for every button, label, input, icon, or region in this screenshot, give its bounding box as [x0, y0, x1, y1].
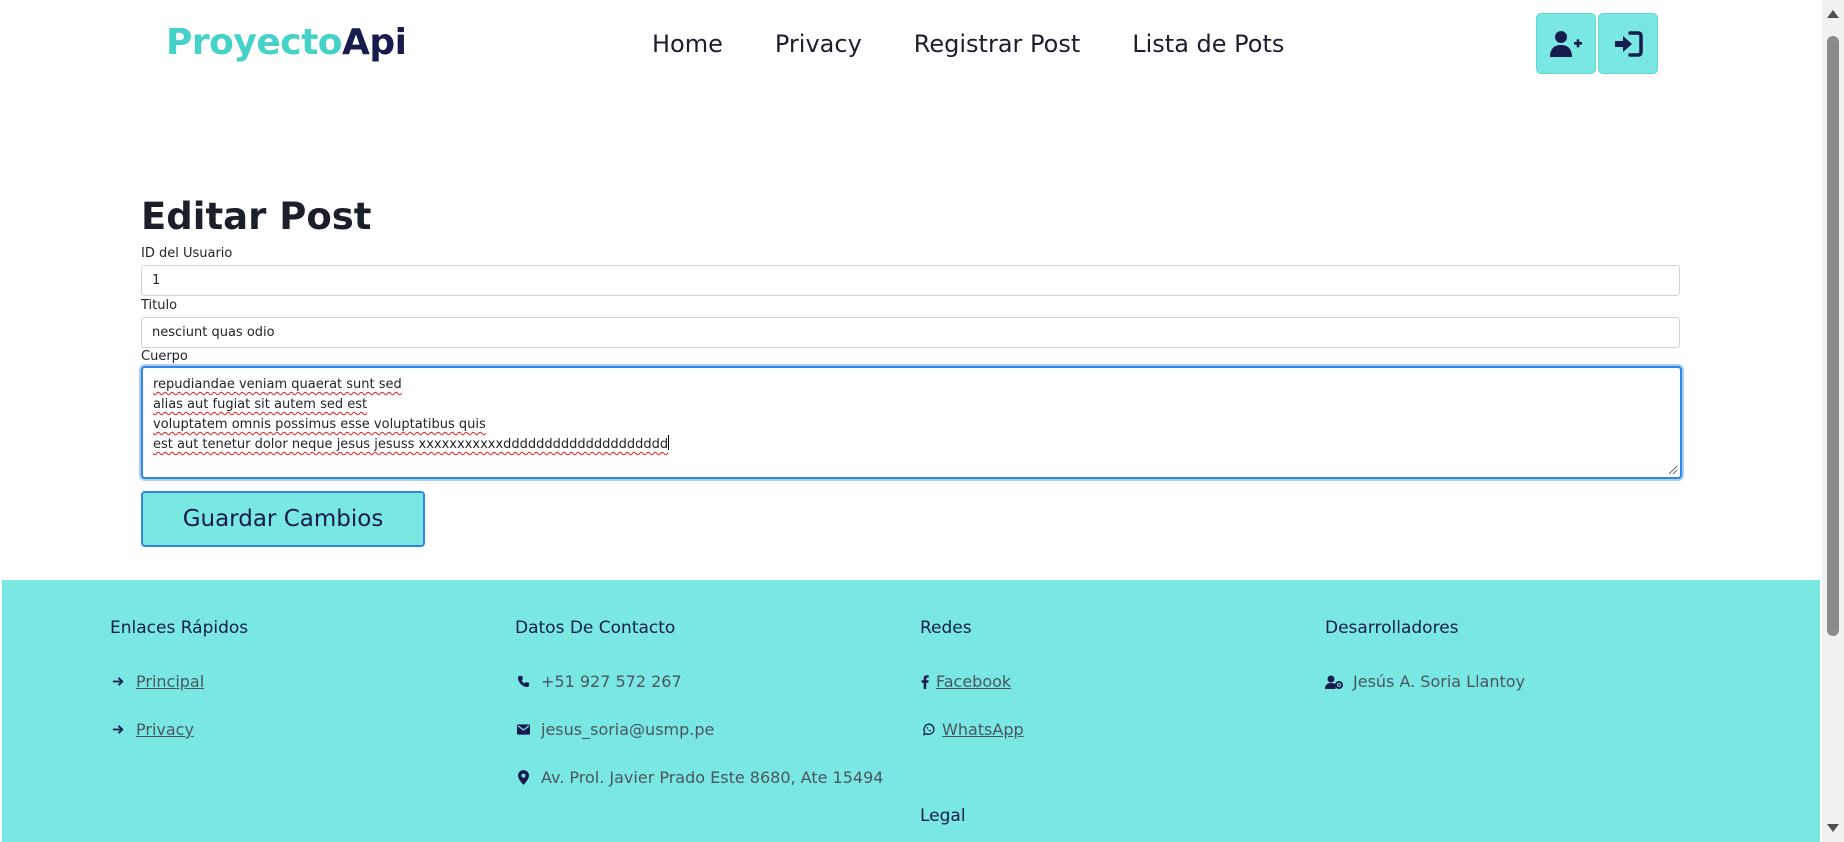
- login-button[interactable]: [1598, 13, 1658, 74]
- user-id-label: ID del Usuario: [141, 246, 233, 261]
- body-line-2: alias aut fugiat sit autem sed est: [153, 397, 368, 412]
- arrow-right-icon: [110, 674, 126, 690]
- facebook-icon: [920, 674, 930, 690]
- contact-phone: +51 927 572 267: [515, 672, 682, 691]
- user-cog-icon: [1325, 674, 1343, 690]
- user-id-value: 1: [152, 273, 161, 288]
- title-label: Titulo: [141, 298, 178, 313]
- nav-privacy[interactable]: Privacy: [775, 30, 862, 58]
- nav-registrar-post[interactable]: Registrar Post: [914, 30, 1080, 58]
- contact-address-text: Av. Prol. Javier Prado Este 8680, Ate 15…: [541, 768, 884, 787]
- legal-heading: Legal: [920, 806, 966, 826]
- scrollbar-thumb[interactable]: [1827, 36, 1839, 636]
- phone-icon: [515, 674, 531, 690]
- body-line-3: voluptatem omnis possimus esse voluptati…: [153, 417, 486, 432]
- page-scrollbar[interactable]: [1822, 0, 1844, 842]
- envelope-icon: [515, 722, 531, 738]
- whatsapp-icon: [920, 722, 936, 738]
- title-input[interactable]: nesciunt quas odio: [141, 317, 1680, 348]
- body-line-4: est aut tenetur dolor neque jesus jesuss…: [153, 437, 669, 452]
- user-plus-icon: [1550, 30, 1582, 57]
- developers-heading: Desarrolladores: [1325, 618, 1459, 638]
- brand-part-2: Api: [342, 22, 407, 63]
- contact-address: Av. Prol. Javier Prado Este 8680, Ate 15…: [515, 768, 883, 787]
- nav-home[interactable]: Home: [652, 30, 723, 58]
- resize-handle-icon[interactable]: [1668, 465, 1678, 475]
- register-button[interactable]: [1536, 13, 1596, 74]
- footer-link-principal[interactable]: Principal: [110, 672, 204, 691]
- page: ProyectoApi Home Privacy Registrar Post …: [2, 2, 1820, 842]
- footer-link-whatsapp[interactable]: WhatsApp: [920, 720, 1024, 739]
- body-label: Cuerpo: [141, 349, 188, 364]
- main-nav: Home Privacy Registrar Post Lista de Pot…: [652, 30, 1284, 58]
- developer-name: Jesús A. Soria Llantoy: [1353, 672, 1525, 691]
- page-title: Editar Post: [141, 195, 372, 238]
- text-caret: [668, 435, 670, 450]
- contact-phone-text: +51 927 572 267: [541, 672, 682, 691]
- sign-in-icon: [1615, 30, 1643, 57]
- contact-email-text: jesus_soria@usmp.pe: [541, 720, 715, 739]
- body-textarea[interactable]: repudiandae veniam quaerat sunt sed alia…: [141, 366, 1682, 479]
- contact-heading: Datos De Contacto: [515, 618, 676, 638]
- contact-email: jesus_soria@usmp.pe: [515, 720, 714, 739]
- save-changes-button[interactable]: Guardar Cambios: [141, 491, 425, 547]
- brand-part-1: Proyecto: [166, 22, 343, 63]
- footer-link-principal-label[interactable]: Principal: [136, 672, 204, 691]
- footer-link-facebook[interactable]: Facebook: [920, 672, 1011, 691]
- user-id-input[interactable]: 1: [141, 265, 1680, 296]
- footer-link-privacy[interactable]: Privacy: [110, 720, 194, 739]
- quick-links-heading: Enlaces Rápidos: [110, 618, 249, 638]
- developer-item: Jesús A. Soria Llantoy: [1325, 672, 1525, 691]
- brand-logo[interactable]: ProyectoApi: [166, 22, 407, 63]
- arrow-right-icon: [110, 722, 126, 738]
- footer: Enlaces Rápidos Principal Privacy Datos …: [2, 580, 1820, 842]
- map-marker-icon: [515, 770, 531, 786]
- scroll-up-arrow-icon[interactable]: [1827, 10, 1839, 18]
- social-heading: Redes: [920, 618, 972, 638]
- title-value: nesciunt quas odio: [152, 325, 275, 340]
- body-line-1: repudiandae veniam quaerat sunt sed: [153, 377, 402, 392]
- nav-lista-de-pots[interactable]: Lista de Pots: [1132, 30, 1284, 58]
- footer-link-whatsapp-label[interactable]: WhatsApp: [942, 720, 1024, 739]
- footer-link-privacy-label[interactable]: Privacy: [136, 720, 194, 739]
- scroll-down-arrow-icon[interactable]: [1827, 824, 1839, 832]
- footer-link-facebook-label[interactable]: Facebook: [936, 672, 1011, 691]
